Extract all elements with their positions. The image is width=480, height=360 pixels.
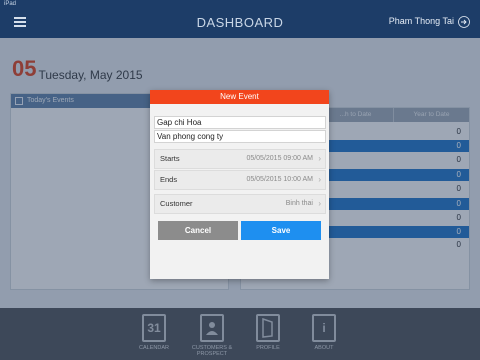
navbar: DASHBOARD Pham Thong Tai xyxy=(0,8,480,38)
save-button[interactable]: Save xyxy=(241,221,321,240)
customer-row[interactable]: Customer Binh thai › xyxy=(154,194,326,214)
user-name[interactable]: Pham Thong Tai xyxy=(389,16,454,26)
ends-value: 05/05/2015 10:00 AM xyxy=(246,176,313,183)
customer-value: Binh thai xyxy=(285,200,313,207)
starts-row[interactable]: Starts 05/05/2015 09:00 AM › xyxy=(154,149,326,169)
dialog-title: New Event xyxy=(150,90,329,104)
ends-label: Ends xyxy=(160,175,178,184)
starts-value: 05/05/2015 09:00 AM xyxy=(246,155,313,162)
chevron-right-icon: › xyxy=(318,175,321,184)
event-location-field[interactable]: Van phong cong ty xyxy=(154,130,326,143)
logout-icon[interactable] xyxy=(458,16,470,28)
cancel-button[interactable]: Cancel xyxy=(158,221,238,240)
carrier-label: iPad xyxy=(4,1,17,7)
chevron-right-icon: › xyxy=(318,154,321,163)
customer-label: Customer xyxy=(160,199,193,208)
starts-label: Starts xyxy=(160,154,180,163)
status-bar: iPad xyxy=(0,0,480,8)
event-title-field[interactable]: Gap chi Hoa xyxy=(154,116,326,129)
new-event-dialog: New Event Gap chi Hoa Van phong cong ty … xyxy=(150,90,329,279)
chevron-right-icon: › xyxy=(318,199,321,208)
ends-row[interactable]: Ends 05/05/2015 10:00 AM › xyxy=(154,170,326,190)
